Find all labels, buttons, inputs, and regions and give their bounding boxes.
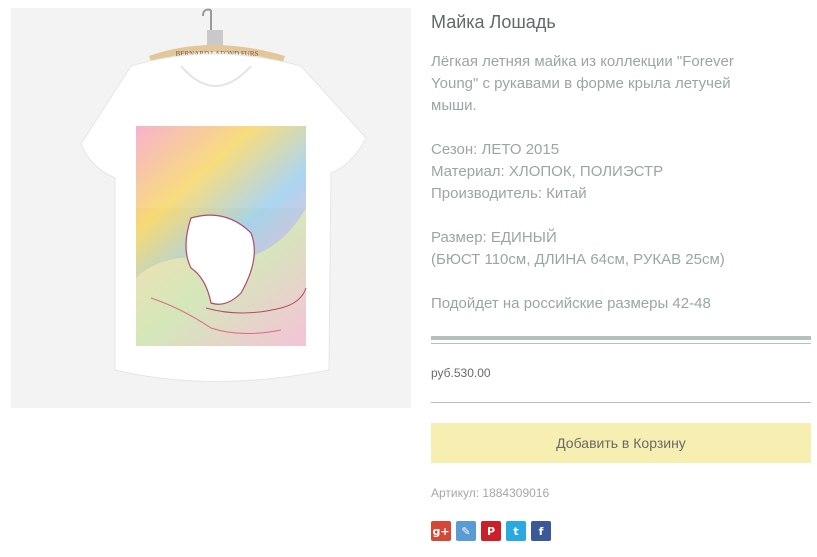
- google-plus-icon[interactable]: g+: [431, 521, 451, 541]
- divider: [431, 343, 811, 344]
- description-line: мыши.: [431, 97, 477, 114]
- pinterest-icon[interactable]: P: [481, 521, 501, 541]
- product-description: Лёгкая летняя майка из коллекции "Foreve…: [431, 51, 811, 315]
- season-text: Сезон: ЛЕТО 2015: [431, 141, 560, 158]
- description-line: Лёгкая летняя майка из коллекции "Foreve…: [431, 53, 734, 70]
- facebook-icon[interactable]: f: [531, 521, 551, 541]
- add-to-cart-button[interactable]: Добавить в Корзину: [431, 423, 811, 463]
- product-title: Майка Лошадь: [431, 12, 556, 32]
- product-price: руб.530.00: [431, 366, 491, 380]
- divider-thick: [431, 336, 811, 340]
- livejournal-icon[interactable]: ✎: [456, 521, 476, 541]
- product-sku: Артикул: 1884309016: [431, 486, 550, 500]
- manufacturer-text: Производитель: Китай: [431, 185, 587, 202]
- twitter-icon[interactable]: t: [506, 521, 526, 541]
- share-icons: g+ ✎ Pt f: [431, 521, 551, 541]
- description-line: Young" с рукавами в форме крыла летучей: [431, 75, 731, 92]
- fit-note-text: Подойдет на российские размеры 42-48: [431, 295, 711, 312]
- size-text: Размер: ЕДИНЫЙ: [431, 229, 557, 246]
- product-info: Майка Лошадь Лёгкая летняя майка из колл…: [431, 8, 811, 315]
- tshirt-illustration: BERNARD LAFOND FURS: [11, 8, 411, 408]
- product-image[interactable]: BERNARD LAFOND FURS: [11, 8, 411, 408]
- divider: [431, 402, 811, 403]
- measurements-text: (БЮСТ 110см, ДЛИНА 64см, РУКАВ 25см): [431, 251, 725, 268]
- material-text: Материал: ХЛОПОК, ПОЛИЭСТР: [431, 163, 664, 180]
